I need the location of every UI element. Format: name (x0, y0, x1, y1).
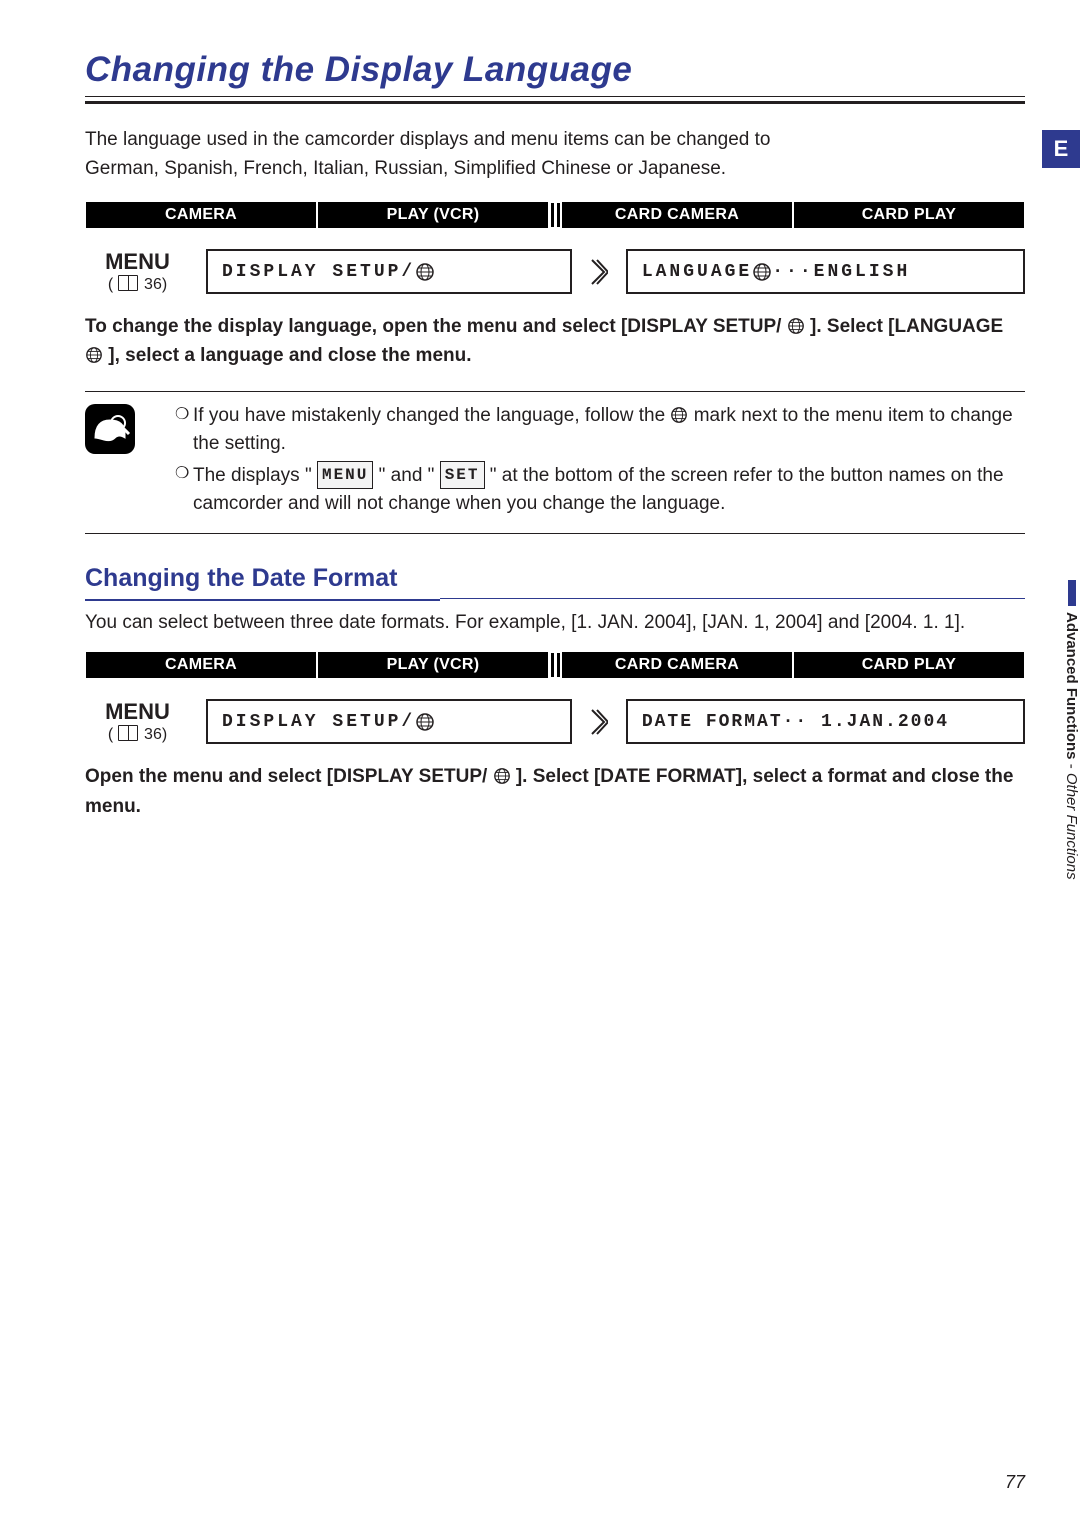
arrow-icon (588, 699, 610, 744)
menu-text: LANGUAGE (642, 262, 752, 282)
menu-page-num: 36 (144, 276, 162, 293)
menu-page-num: 36 (144, 726, 162, 743)
menu-box-display-setup: DISPLAY SETUP/ (206, 699, 572, 744)
text: Open the menu and select [DISPLAY SETUP/ (85, 766, 487, 787)
text: ], select a language and close the menu. (108, 345, 471, 366)
mode-play-vcr: PLAY (VCR) (317, 651, 549, 679)
side-tab-sep: - (1063, 760, 1080, 773)
globe-icon (85, 346, 103, 364)
menu-text: DISPLAY SETUP/ (222, 262, 415, 282)
menu-button-label-icon: MENU (317, 461, 373, 489)
page-title: Changing the Display Language (85, 50, 1025, 90)
globe-icon (415, 262, 435, 282)
mode-camera: CAMERA (85, 651, 317, 679)
menu-box-display-setup: DISPLAY SETUP/ (206, 249, 572, 294)
globe-icon (787, 317, 805, 335)
globe-icon (415, 712, 435, 732)
title-rule (85, 96, 1025, 104)
text: ]. Select [LANGUAGE (810, 316, 1003, 337)
book-icon (118, 275, 138, 291)
section-heading-date-format: Changing the Date Format (85, 564, 1025, 593)
side-tab-bold: Advanced Functions (1063, 612, 1080, 760)
page-number: 77 (1005, 1472, 1025, 1493)
text: The displays " (193, 465, 317, 486)
mode-bar-2: CAMERA PLAY (VCR) CARD CAMERA CARD PLAY (85, 651, 1025, 679)
menu-path-2: MENU ( 36) DISPLAY SETUP/ DATE FORMAT·· … (85, 699, 1025, 744)
menu-word: MENU (85, 699, 190, 725)
book-icon (118, 725, 138, 741)
menu-box-date-format: DATE FORMAT·· 1.JAN.2004 (626, 699, 1025, 744)
text: To change the display language, open the… (85, 316, 781, 337)
mode-card-camera: CARD CAMERA (561, 201, 793, 229)
text: If you have mistakenly changed the langu… (193, 405, 670, 426)
menu-label: MENU ( 36) (85, 699, 190, 744)
instruction-1: To change the display language, open the… (85, 312, 1025, 371)
language-badge: E (1042, 130, 1080, 168)
mode-separator (549, 201, 561, 229)
set-button-label-icon: SET (440, 461, 485, 489)
menu-text: DISPLAY SETUP/ (222, 712, 415, 732)
note-item: If you have mistakenly changed the langu… (175, 402, 1025, 459)
menu-box-language: LANGUAGE ···ENGLISH (626, 249, 1025, 294)
mode-card-camera: CARD CAMERA (561, 651, 793, 679)
mode-play-vcr: PLAY (VCR) (317, 201, 549, 229)
body-text-date-format: You can select between three date format… (85, 609, 1025, 638)
side-bar-icon (1068, 580, 1076, 606)
notes-box: If you have mistakenly changed the langu… (85, 391, 1025, 534)
globe-icon (493, 767, 511, 785)
menu-word: MENU (85, 249, 190, 275)
note-item: The displays " MENU " and " SET " at the… (175, 461, 1025, 519)
note-icon (85, 404, 135, 454)
globe-icon (670, 406, 688, 424)
menu-label: MENU ( 36) (85, 249, 190, 294)
mode-card-play: CARD PLAY (793, 651, 1025, 679)
arrow-icon (588, 249, 610, 294)
menu-page-ref: ( 36) (85, 275, 190, 294)
menu-path-1: MENU ( 36) DISPLAY SETUP/ LANGUAGE ···EN… (85, 249, 1025, 294)
mode-camera: CAMERA (85, 201, 317, 229)
menu-page-ref: ( 36) (85, 725, 190, 744)
side-tab: Advanced Functions - Other Functions (1063, 580, 1080, 880)
heading-rule (85, 595, 1025, 601)
mode-card-play: CARD PLAY (793, 201, 1025, 229)
mode-separator (549, 651, 561, 679)
intro-text: The language used in the camcorder displ… (85, 126, 845, 183)
globe-icon (752, 262, 772, 282)
instruction-2: Open the menu and select [DISPLAY SETUP/… (85, 762, 1025, 821)
side-tab-italic: Other Functions (1063, 773, 1080, 880)
menu-value: ···ENGLISH (772, 262, 910, 282)
mode-bar-1: CAMERA PLAY (VCR) CARD CAMERA CARD PLAY (85, 201, 1025, 229)
text: " and " (379, 465, 440, 486)
menu-text: DATE FORMAT·· 1.JAN.2004 (642, 712, 949, 732)
